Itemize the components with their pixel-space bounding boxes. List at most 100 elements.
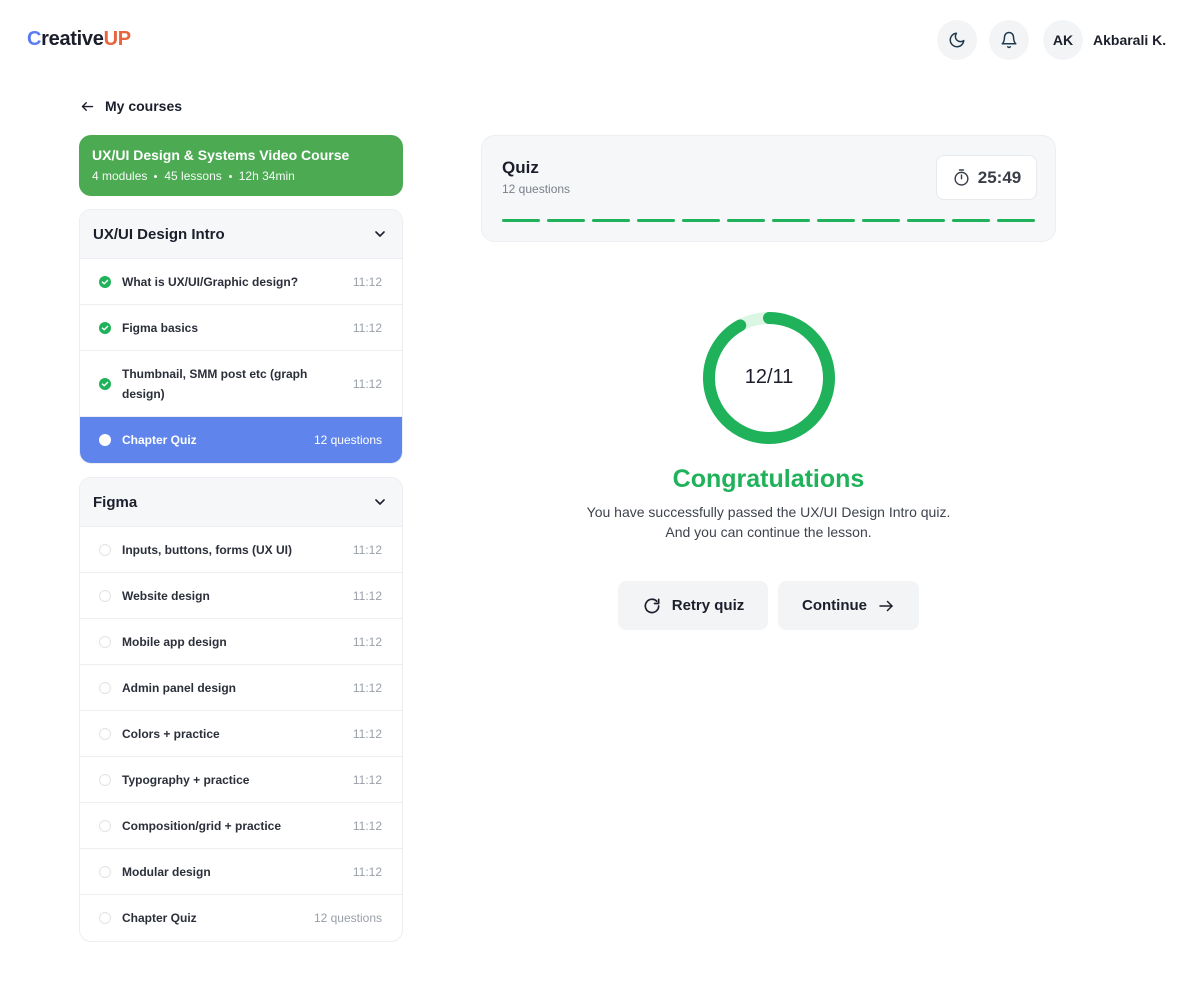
quiz-title: Quiz	[502, 158, 539, 177]
incomplete-circle-icon	[99, 681, 111, 694]
lesson-name: Modular design	[122, 864, 211, 879]
result-message-line-1: You have successfully passed the UX/UI D…	[586, 504, 951, 520]
lesson-name: Composition/grid + practice	[122, 818, 282, 833]
result-message-line-2: And you can continue the lesson.	[665, 524, 872, 540]
lesson-duration: 11:12	[352, 588, 382, 603]
quiz-score: 12/11	[744, 366, 794, 388]
progress-segment	[547, 219, 585, 222]
app-logo[interactable]: CreativeUP	[27, 28, 131, 51]
check-circle-icon	[99, 275, 111, 288]
user-name[interactable]: Akbarali K.	[1093, 32, 1166, 48]
avatar[interactable]: AK	[1043, 20, 1083, 60]
lesson-item[interactable]: Mobile app design 11:12	[80, 619, 402, 665]
separator-dot	[228, 174, 232, 178]
lesson-name: Admin panel design	[122, 680, 237, 695]
lesson-name: Chapter Quiz	[122, 433, 197, 447]
check-circle-icon	[99, 321, 111, 334]
continue-label: Continue	[802, 597, 867, 614]
course-duration: 12h 34min	[238, 169, 295, 183]
chevron-down-icon	[375, 499, 385, 505]
chevron-down-icon	[375, 231, 385, 237]
lesson-item[interactable]: Admin panel design 11:12	[80, 665, 402, 711]
lesson-item[interactable]: Website design 11:12	[80, 573, 402, 619]
incomplete-circle-icon	[99, 543, 111, 556]
progress-segment	[592, 219, 630, 222]
stopwatch-icon	[954, 169, 969, 186]
current-indicator-icon	[99, 434, 111, 446]
back-label: My courses	[105, 98, 183, 114]
retry-quiz-button[interactable]: Retry quiz	[618, 581, 768, 630]
arrow-right-icon	[879, 600, 893, 611]
progress-segment	[637, 219, 675, 222]
course-meta: 4 modules 45 lessons 12h 34min	[92, 169, 390, 183]
lesson-duration: 11:12	[352, 726, 382, 741]
logo-c: C	[27, 28, 42, 50]
lesson-item[interactable]: Thumbnail, SMM post etc (graph design) 1…	[80, 351, 402, 417]
lesson-name: Typography + practice	[122, 772, 250, 787]
lesson-duration: 11:12	[352, 274, 382, 289]
quiz-card: Quiz 12 questions 25:49	[481, 135, 1056, 242]
module-figma: Figma Inputs, buttons, forms (UX UI) 11:…	[79, 477, 403, 942]
progress-segment	[952, 219, 990, 222]
congratulations-title: Congratulations	[672, 465, 865, 493]
lesson-item[interactable]: Composition/grid + practice 11:12	[80, 803, 402, 849]
lesson-name: What is UX/UI/Graphic design?	[122, 274, 299, 289]
course-card[interactable]: UX/UI Design & Systems Video Course 4 mo…	[79, 135, 403, 196]
course-title: UX/UI Design & Systems Video Course	[92, 147, 350, 163]
lesson-item[interactable]: Modular design 11:12	[80, 849, 402, 895]
lesson-item-active[interactable]: Chapter Quiz 12 questions	[80, 417, 402, 463]
progress-segment	[907, 219, 945, 222]
quiz-timer: 25:49	[936, 155, 1037, 200]
lesson-duration: 11:12	[352, 772, 382, 787]
lesson-item[interactable]: What is UX/UI/Graphic design? 11:12	[80, 259, 402, 305]
course-modules-count: 4 modules	[92, 169, 148, 183]
moon-icon	[949, 32, 965, 48]
separator-dot	[154, 174, 158, 178]
progress-segment	[502, 219, 540, 222]
lesson-questions-count: 12 questions	[313, 433, 382, 447]
module-header[interactable]: Figma	[80, 478, 402, 527]
module-title: UX/UI Design Intro	[93, 225, 225, 243]
lesson-item[interactable]: Figma basics 11:12	[80, 305, 402, 351]
progress-segment	[682, 219, 720, 222]
incomplete-circle-icon	[99, 819, 111, 832]
lesson-name: Inputs, buttons, forms (UX UI)	[122, 542, 292, 557]
check-circle-icon	[99, 377, 111, 390]
lesson-item[interactable]: Colors + practice 11:12	[80, 711, 402, 757]
incomplete-circle-icon	[99, 635, 111, 648]
lesson-duration: 11:12	[352, 542, 382, 557]
logo-up: UP	[103, 28, 131, 50]
lesson-item[interactable]: Inputs, buttons, forms (UX UI) 11:12	[80, 527, 402, 573]
lesson-duration: 11:12	[352, 818, 382, 833]
incomplete-circle-icon	[99, 865, 111, 878]
lesson-name: Website design	[122, 588, 210, 603]
lesson-duration: 11:12	[352, 634, 382, 649]
result-message: You have successfully passed the UX/UI D…	[481, 502, 1056, 542]
lesson-name: Chapter Quiz	[122, 911, 197, 925]
lesson-name: Thumbnail, SMM post etc (graph design)	[122, 366, 308, 401]
arrow-left-icon	[81, 101, 94, 111]
course-lessons-count: 45 lessons	[164, 169, 222, 183]
theme-toggle-button[interactable]	[937, 20, 977, 60]
lesson-duration: 11:12	[352, 376, 382, 391]
progress-segment	[727, 219, 765, 222]
progress-segment	[997, 219, 1035, 222]
refresh-icon	[644, 597, 660, 613]
lesson-item[interactable]: Chapter Quiz 12 questions	[80, 895, 402, 941]
notifications-button[interactable]	[989, 20, 1029, 60]
lesson-duration: 11:12	[352, 864, 382, 879]
module-title: Figma	[93, 493, 138, 511]
lesson-questions-count: 12 questions	[313, 911, 382, 925]
progress-segment	[772, 219, 810, 222]
module-header[interactable]: UX/UI Design Intro	[80, 210, 402, 259]
back-to-courses-link[interactable]: My courses	[80, 98, 182, 114]
quiz-progress-bar	[502, 219, 1035, 222]
lesson-duration: 11:12	[352, 680, 382, 695]
continue-button[interactable]: Continue	[778, 581, 919, 630]
progress-segment	[862, 219, 900, 222]
bell-icon	[1001, 31, 1017, 49]
lesson-duration: 11:12	[352, 320, 382, 335]
progress-segment	[817, 219, 855, 222]
lesson-item[interactable]: Typography + practice 11:12	[80, 757, 402, 803]
retry-quiz-label: Retry quiz	[671, 597, 745, 614]
